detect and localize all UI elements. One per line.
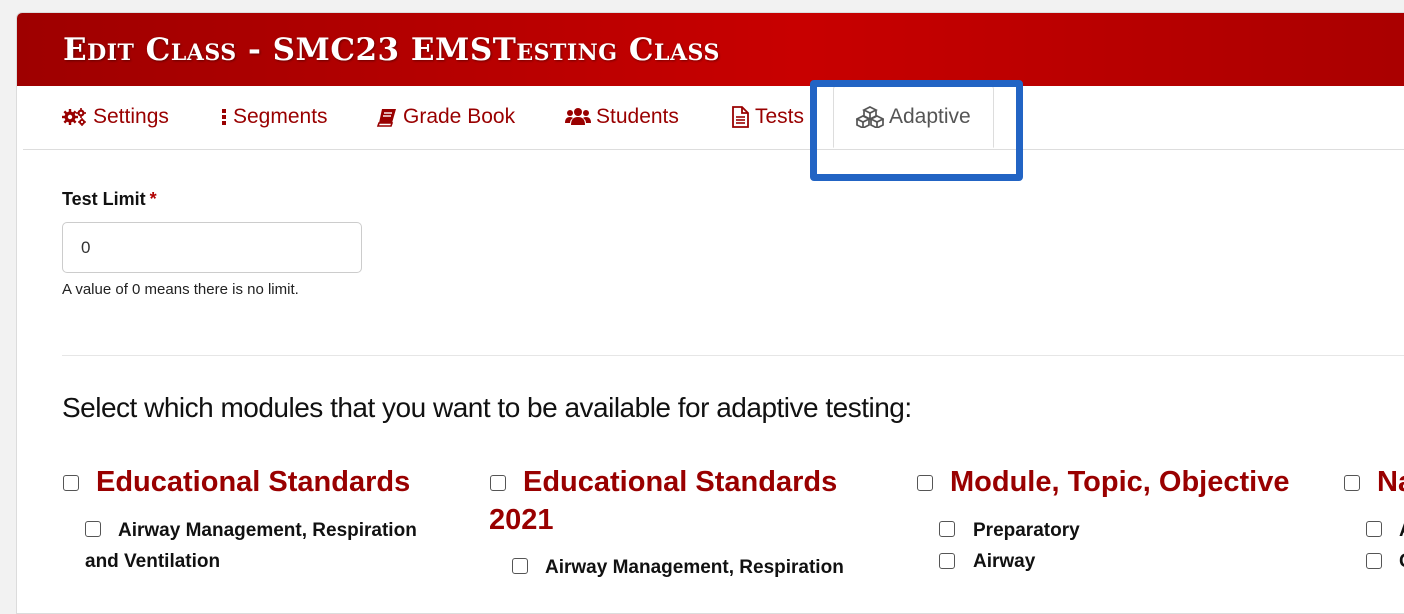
item-airway-management-2021-label: Airway Management, Respiration xyxy=(545,557,844,578)
tab-adaptive-label: Adaptive xyxy=(889,104,971,128)
tab-grade-book-label: Grade Book xyxy=(403,105,516,128)
module-na-title: Na xyxy=(1377,466,1404,498)
item-a-checkbox[interactable] xyxy=(1366,521,1382,537)
tab-tests[interactable]: Tests xyxy=(730,85,804,149)
tab-segments[interactable]: Segments xyxy=(220,85,328,149)
test-limit-help-text: A value of 0 means there is no limit. xyxy=(62,281,299,298)
tab-students-label: Students xyxy=(596,105,679,128)
module-educational-standards-checkbox[interactable] xyxy=(63,475,79,491)
item-c-label: C xyxy=(1399,547,1404,577)
tab-segments-label: Segments xyxy=(233,105,328,128)
section-divider xyxy=(62,355,1404,356)
tab-settings[interactable]: Settings xyxy=(62,85,169,149)
item-preparatory-checkbox[interactable] xyxy=(939,521,955,537)
test-limit-label: Test Limit * xyxy=(62,189,157,210)
tab-adaptive[interactable]: Adaptive xyxy=(833,85,994,148)
required-marker: * xyxy=(149,189,157,209)
ellipsis-vertical-icon xyxy=(220,107,228,127)
module-educational-standards-title: Educational Standards xyxy=(96,466,411,498)
module-na-checkbox[interactable] xyxy=(1344,475,1360,491)
gears-icon xyxy=(62,107,88,127)
page-header: Edit Class - SMC23 EMSTesting Class xyxy=(17,13,1404,86)
test-limit-input[interactable] xyxy=(62,222,362,273)
cubes-icon xyxy=(856,105,884,128)
users-icon xyxy=(565,107,591,127)
page-title: Edit Class - SMC23 EMSTesting Class xyxy=(63,31,720,68)
tab-settings-label: Settings xyxy=(93,105,169,128)
module-topic-objective-checkbox[interactable] xyxy=(917,475,933,491)
item-airway-management-2021-checkbox[interactable] xyxy=(512,558,528,574)
tab-students[interactable]: Students xyxy=(565,85,679,149)
item-airway-checkbox[interactable] xyxy=(939,553,955,569)
module-topic-objective-title: Module, Topic, Objective xyxy=(950,466,1290,498)
item-airway-management-label: Airway Management, Respiration xyxy=(118,520,417,541)
item-c-checkbox[interactable] xyxy=(1366,553,1382,569)
module-educational-standards-2021-title-year: 2021 xyxy=(489,504,554,536)
item-preparatory-label: Preparatory xyxy=(973,520,1080,541)
file-text-icon xyxy=(730,106,750,128)
tab-grade-book[interactable]: Grade Book xyxy=(376,85,515,149)
item-airway-label: Airway xyxy=(973,551,1036,572)
tab-bar: Settings Segments Grade Book Students Te… xyxy=(23,85,1404,150)
item-airway-management-label-cont: and Ventilation xyxy=(85,551,221,572)
item-airway-management-checkbox[interactable] xyxy=(85,521,101,537)
module-educational-standards-2021-title: Educational Standards xyxy=(523,466,838,498)
item-a-label: A xyxy=(1399,516,1404,546)
modules-prompt: Select which modules that you want to be… xyxy=(62,392,912,423)
module-educational-standards-2021-checkbox[interactable] xyxy=(490,475,506,491)
tab-tests-label: Tests xyxy=(755,105,805,128)
test-limit-label-text: Test Limit xyxy=(62,189,146,209)
book-icon xyxy=(376,107,398,127)
